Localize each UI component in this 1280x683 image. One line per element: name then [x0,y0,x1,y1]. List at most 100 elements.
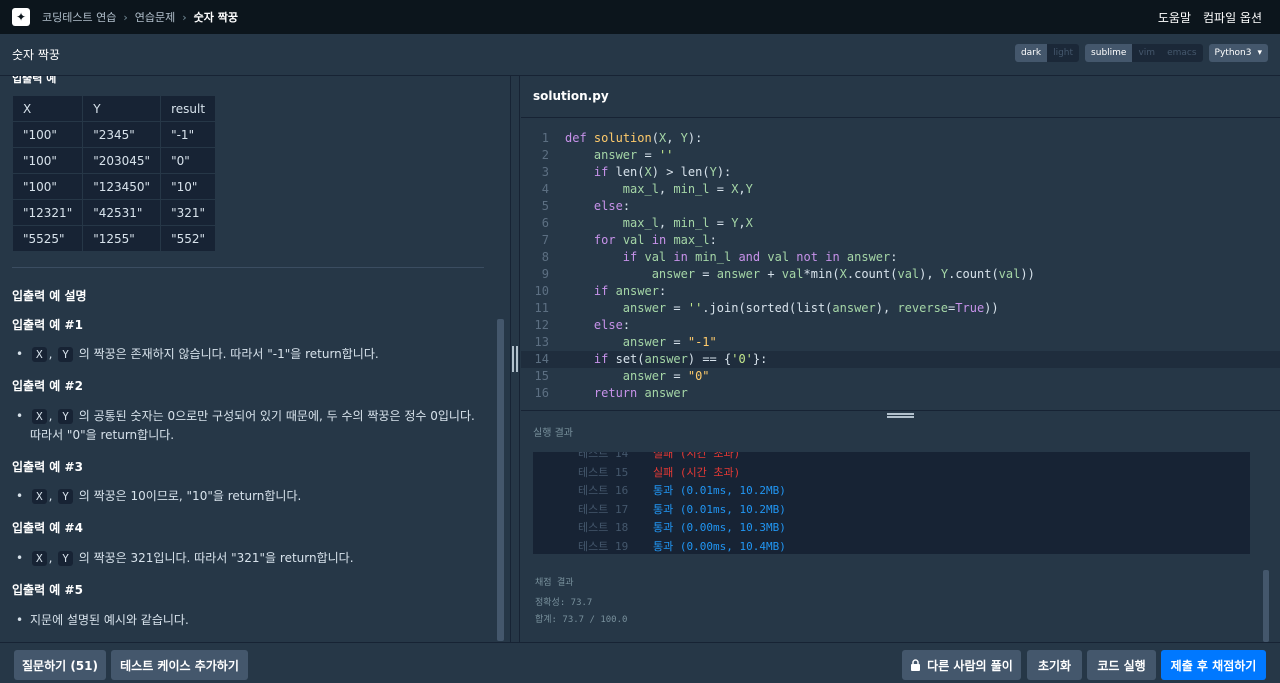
compile-options-link[interactable]: 컴파일 옵션 [1203,9,1262,26]
results-title: 실행 결과 [533,428,573,439]
section-heading-io: 입출력 예 [12,76,57,85]
example-5-heading: 입출력 예 #5 [12,583,83,597]
language-label: Python3 [1214,48,1252,58]
keymap-sublime-button[interactable]: sublime [1085,44,1133,62]
help-link[interactable]: 도움말 [1158,9,1191,26]
code-chip-x: X [32,489,47,504]
code-line[interactable]: 12 else: [521,317,1280,334]
code-line[interactable]: 9 answer = answer + val*min(X.count(val)… [521,266,1280,283]
code-line[interactable]: 7 for val in max_l: [521,232,1280,249]
breadcrumb-item-coding-test[interactable]: 코딩테스트 연습 [42,9,116,25]
result-line: 테스트 18 통과 (0.00ms, 10.3MB) [578,521,786,534]
table-cell: "12321" [11,199,84,226]
table-cell: "2345" [82,121,162,148]
lock-icon [911,659,921,671]
code-chip-x: X [32,347,47,362]
code-chip-y: Y [58,489,73,504]
code-line[interactable]: 16 return answer [521,385,1280,402]
language-select[interactable]: Python3 ▾ [1208,44,1268,62]
results-scrollbar[interactable] [1263,570,1269,642]
problem-panel: 입출력 예 X Y result "100" "2345" "-1" "100"… [0,76,510,642]
result-line: 테스트 15 실패 (시간 초과) [578,466,741,479]
horizontal-splitter[interactable] [521,410,1280,420]
title-bar: 숫자 짝꿍 dark light sublime vim emacs Pytho… [0,34,1280,76]
others-solutions-label: 다른 사람의 풀이 [927,658,1013,673]
code-chip-x: X [32,551,47,566]
example-2-heading: 입출력 예 #2 [12,379,83,393]
table-row: "12321" "42531" "321" [11,199,217,226]
code-line[interactable]: 8 if val in min_l and val not in answer: [521,249,1280,266]
code-editor[interactable]: 1 def solution(X, Y): 2 answer = '' 3 if … [521,130,1280,402]
add-testcase-button[interactable]: 테스트 케이스 추가하기 [111,650,248,680]
left-scrollbar[interactable] [497,319,504,641]
result-line: 테스트 16 통과 (0.01ms, 10.2MB) [578,484,786,497]
result-console[interactable]: 테스트 14 실패 (시간 초과) 테스트 15 실패 (시간 초과) 테스트 16… [533,452,1250,554]
table-cell: "552" [160,225,217,252]
breadcrumb-item-practice[interactable]: 연습문제 [135,9,175,25]
logo-icon[interactable]: ✦ [12,8,30,26]
code-editor-panel: solution.py 1 def solution(X, Y): 2 answe… [521,76,1280,410]
example-1-heading: 입출력 예 #1 [12,318,83,332]
table-cell: "0" [160,147,217,174]
editor-options: dark light sublime vim emacs Python3 ▾ [1014,44,1268,62]
vertical-splitter[interactable] [510,76,520,642]
example-3-text: X, Y 의 짝꿍은 10이므로, "10"을 return합니다. [16,487,485,506]
others-solutions-button[interactable]: 다른 사람의 풀이 [902,650,1021,680]
table-row: "100" "2345" "-1" [11,121,217,148]
submit-button[interactable]: 제출 후 채점하기 [1161,650,1266,680]
keymap-vim-button[interactable]: vim [1132,44,1161,62]
theme-light-button[interactable]: light [1047,44,1079,62]
code-line[interactable]: 2 answer = '' [521,147,1280,164]
table-cell: "1255" [82,225,162,252]
table-cell: "42531" [82,199,162,226]
code-line[interactable]: 15 answer = "0" [521,368,1280,385]
table-header-row: X Y result [11,95,217,122]
code-line[interactable]: 1 def solution(X, Y): [521,130,1280,147]
code-line[interactable]: 4 max_l, min_l = X,Y [521,181,1280,198]
score-total: 합계: 73.7 / 100.0 [535,615,628,625]
table-row: "100" "123450" "10" [11,173,217,200]
table-cell: "100" [11,121,84,148]
table-cell: "321" [160,199,217,226]
example-1-text: X, Y 의 짝꿍은 존재하지 않습니다. 따라서 "-1"을 return합니… [16,345,485,364]
breadcrumb: 코딩테스트 연습 › 연습문제 › 숫자 짝꿍 [42,9,238,25]
bottom-toolbar: 질문하기 (51) 테스트 케이스 추가하기 다른 사람의 풀이 초기화 코드 … [0,642,1280,683]
ask-question-button[interactable]: 질문하기 (51) [14,650,106,680]
theme-toggle: dark light [1014,44,1080,62]
code-line-active[interactable]: 14 if set(answer) == {'0'}: [521,351,1280,368]
score-accuracy: 정확성: 73.7 [535,598,593,608]
theme-dark-button[interactable]: dark [1014,44,1048,62]
run-code-button[interactable]: 코드 실행 [1087,650,1156,680]
table-cell: "100" [11,173,84,200]
example-3-heading: 입출력 예 #3 [12,460,83,474]
table-row: "100" "203045" "0" [11,147,217,174]
code-line[interactable]: 11 answer = ''.join(sorted(list(answer),… [521,300,1280,317]
example-5-text: 지문에 설명된 예시와 같습니다. [16,611,485,630]
splitter-grip-icon[interactable] [887,413,914,418]
example-2-text: X, Y 의 공통된 숫자는 0으로만 구성되어 있기 때문에, 두 수의 짝꿍… [16,407,485,445]
table-cell: "100" [11,147,84,174]
example-4-heading: 입출력 예 #4 [12,521,83,535]
code-line[interactable]: 3 if len(X) > len(Y): [521,164,1280,181]
chevron-right-icon: › [123,10,128,24]
chevron-right-icon: › [182,10,187,24]
code-line[interactable]: 6 max_l, min_l = Y,X [521,215,1280,232]
code-line[interactable]: 5 else: [521,198,1280,215]
code-line[interactable]: 13 answer = "-1" [521,334,1280,351]
score-title: 채점 결과 [535,578,574,588]
code-line[interactable]: 10 if answer: [521,283,1280,300]
table-cell: "123450" [82,173,162,200]
divider [12,267,484,268]
example-4-text: X, Y 의 짝꿍은 321입니다. 따라서 "321"을 return합니다. [16,549,485,568]
keymap-emacs-button[interactable]: emacs [1161,44,1202,62]
splitter-grip-icon[interactable] [512,346,518,372]
result-line: 테스트 19 통과 (0.00ms, 10.4MB) [578,540,786,553]
table-row: "5525" "1255" "552" [11,225,217,252]
table-cell: "5525" [11,225,84,252]
table-header: X [11,95,84,122]
explain-heading: 입출력 예 설명 [12,289,87,303]
code-chip-x: X [32,409,47,424]
reset-button[interactable]: 초기화 [1027,650,1082,680]
file-tab: solution.py [521,76,1280,118]
io-example-table: X Y result "100" "2345" "-1" "100" "2030… [11,95,217,252]
